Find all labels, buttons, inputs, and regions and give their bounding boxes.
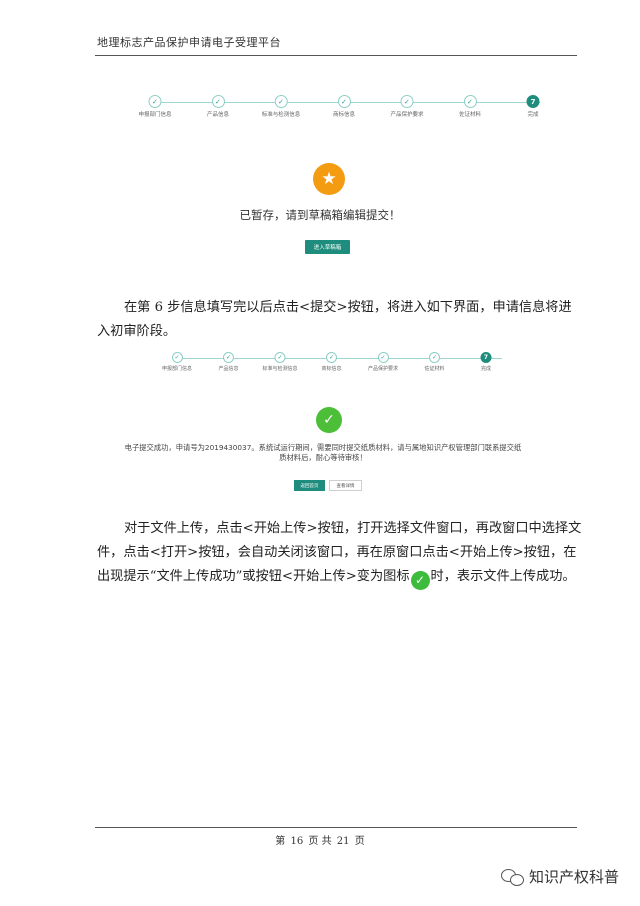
step-label: 产品信息 xyxy=(218,366,239,372)
watermark-text: 知识产权科普 xyxy=(529,868,620,886)
progress-stepper-1: ✓ 申报部门信息 ✓ 产品信息 ✓ 标准与检测信息 ✓ 商标信息 ✓ 产品保护要求 ✓ 佐证材料 7 完成 xyxy=(120,95,560,121)
step-label: 完成 xyxy=(480,366,491,372)
page-suffix: 页 xyxy=(354,836,365,847)
step-check-icon: ✓ xyxy=(428,352,440,363)
wechat-icon xyxy=(501,867,525,887)
success-message-line2: 质材料后，耐心等待审核！ xyxy=(279,453,367,462)
page-header-title: 地理标志产品保护申请电子受理平台 xyxy=(97,36,281,49)
page-number: 第 16 页 共 21 页 xyxy=(0,832,640,847)
step-5: ✓ 产品保护要求 xyxy=(368,352,398,372)
step-label: 标准与检测信息 xyxy=(262,366,298,372)
step-label: 申报部门信息 xyxy=(138,112,172,118)
success-message-line1: 电子提交成功，申请号为2019430037。系统试运行期间，需要同时提交纸质材料… xyxy=(124,443,522,452)
step-check-icon: ✓ xyxy=(337,95,351,108)
step-1: ✓ 申报部门信息 xyxy=(138,95,172,118)
check-icon: ✓ xyxy=(316,407,342,433)
step-check-icon: ✓ xyxy=(222,352,234,363)
step-check-icon: ✓ xyxy=(274,352,286,363)
step-label: 标准与检测信息 xyxy=(261,112,301,118)
return-home-button[interactable]: 返回首页 xyxy=(294,480,325,491)
view-details-button[interactable]: 查看详情 xyxy=(329,480,362,491)
step-label: 申报部门信息 xyxy=(161,366,193,372)
step-7: 7 完成 xyxy=(480,352,492,372)
step-check-icon: ✓ xyxy=(274,95,288,108)
step-check-icon: ✓ xyxy=(325,352,337,363)
step-label: 产品保护要求 xyxy=(367,366,399,372)
step-label: 佐证材料 xyxy=(424,366,445,372)
step-check-icon: ✓ xyxy=(211,95,225,108)
footer-divider xyxy=(95,827,577,828)
step-label: 完成 xyxy=(527,112,539,118)
enter-drafts-button[interactable]: 进入草稿箱 xyxy=(305,240,350,254)
paragraph-upload-instructions: 对于文件上传，点击<开始上传>按钮，打开选择文件窗口，再改窗口中选择文件，点击<… xyxy=(97,517,583,590)
step-2: ✓ 产品信息 xyxy=(218,352,239,372)
page-mid: 页 共 xyxy=(308,836,332,847)
step-3: ✓ 标准与检测信息 xyxy=(261,95,301,118)
step-3: ✓ 标准与检测信息 xyxy=(262,352,298,372)
step-6: ✓ 佐证材料 xyxy=(424,352,445,372)
step-label: 商标信息 xyxy=(332,112,356,118)
step-5: ✓ 产品保护要求 xyxy=(390,95,424,118)
paragraph-text: 在第 6 步信息填写完以后点击<提交>按钮，将进入如下界面，申请信息将进入初审阶… xyxy=(97,300,572,339)
step-1: ✓ 申报部门信息 xyxy=(162,352,192,372)
current-page: 16 xyxy=(290,836,304,847)
step-4: ✓ 商标信息 xyxy=(321,352,342,372)
submit-success-message: 电子提交成功，申请号为2019430037。系统试运行期间，需要同时提交纸质材料… xyxy=(100,443,546,463)
star-icon: ★ xyxy=(313,163,345,195)
step-check-icon: ✓ xyxy=(171,352,183,363)
upload-success-check-icon: ✓ xyxy=(410,570,430,590)
step-7: 7 完成 xyxy=(526,95,540,118)
step-check-icon: ✓ xyxy=(148,95,162,108)
paragraph-text-after: 时，表示文件上传成功。 xyxy=(430,569,576,584)
step-4: ✓ 商标信息 xyxy=(333,95,355,118)
step-check-icon: ✓ xyxy=(400,95,414,108)
step-label: 产品保护要求 xyxy=(390,112,424,118)
step-check-icon: ✓ xyxy=(463,95,477,108)
step-number-badge: 7 xyxy=(526,95,540,108)
total-pages: 21 xyxy=(336,836,350,847)
watermark: 知识产权科普 xyxy=(501,866,619,887)
step-number-badge: 7 xyxy=(480,352,492,363)
step-check-icon: ✓ xyxy=(377,352,389,363)
step-label: 佐证材料 xyxy=(458,112,482,118)
step-label: 产品信息 xyxy=(206,112,230,118)
paragraph-submit-instructions: 在第 6 步信息填写完以后点击<提交>按钮，将进入如下界面，申请信息将进入初审阶… xyxy=(97,296,583,344)
header-divider xyxy=(95,55,577,56)
step-label: 商标信息 xyxy=(321,366,342,372)
step-2: ✓ 产品信息 xyxy=(207,95,229,118)
step-6: ✓ 佐证材料 xyxy=(459,95,481,118)
saved-message: 已暂存，请到草稿箱编辑提交！ xyxy=(239,208,401,222)
page-prefix: 第 xyxy=(275,836,286,847)
progress-stepper-2: ✓ 申报部门信息 ✓ 产品信息 ✓ 标准与检测信息 ✓ 商标信息 ✓ 产品保护要求 ✓ 佐证材料 7 完成 xyxy=(148,352,522,374)
